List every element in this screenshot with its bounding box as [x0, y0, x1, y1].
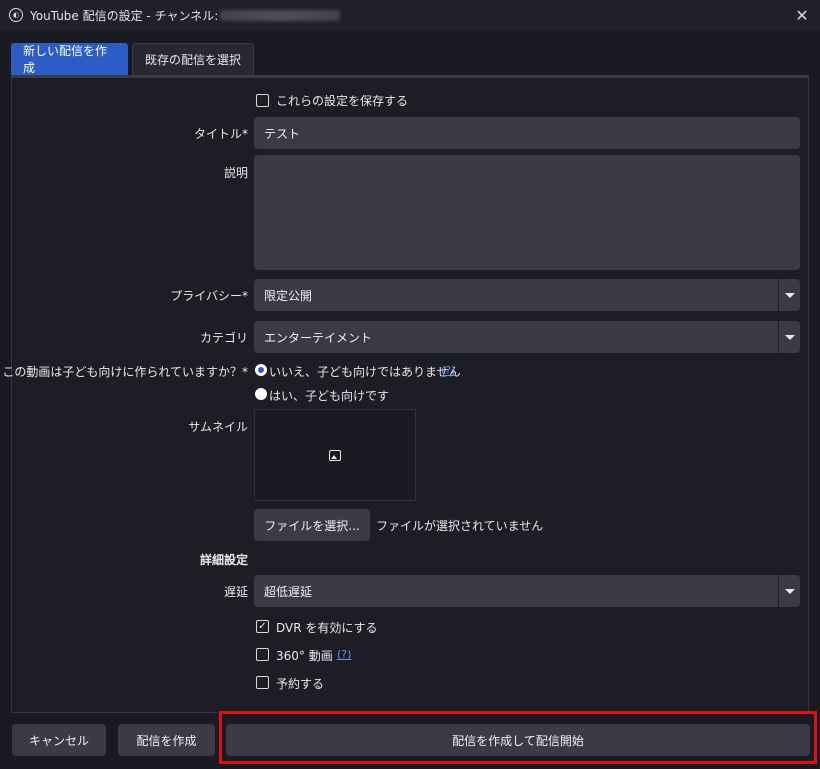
kids-no-label: いいえ、子ども向けではありません [269, 365, 461, 379]
thumbnail-label: サムネイル [188, 420, 248, 434]
window-title: YouTube 配信の設定 - チャンネル: [30, 8, 219, 23]
made-for-kids-label: この動画は子ども向けに作られていますか？* [2, 365, 248, 379]
kids-yes-label: はい、子ども向けです [269, 389, 390, 403]
schedule-label: 予約する [276, 677, 325, 691]
close-icon: ✕ [795, 5, 809, 25]
latency-value: 超低遅延 [264, 584, 313, 599]
save-settings-label: これらの設定を保存する [276, 94, 409, 108]
vr360-help-link[interactable]: (?) [337, 648, 351, 661]
privacy-select[interactable]: 限定公開 [254, 279, 800, 311]
latency-select[interactable]: 超低遅延 [254, 575, 800, 607]
category-select[interactable]: エンターテイメント [254, 321, 800, 353]
vr360-label: 360° 動画 [276, 649, 333, 663]
category-label: カテゴリ [199, 331, 248, 345]
title-value: テスト [264, 126, 301, 141]
save-settings-checkbox[interactable] [256, 94, 269, 107]
dvr-label: DVR を有効にする [276, 621, 378, 635]
image-icon [329, 449, 341, 461]
latency-label: 遅延 [223, 585, 248, 599]
privacy-value: 限定公開 [264, 288, 313, 303]
checkmark-icon: ✓ [258, 621, 267, 632]
title-bar: ◐ YouTube 配信の設定 - チャンネル: ✕ [0, 0, 820, 30]
chevron-down-icon [778, 321, 800, 353]
category-value: エンターテイメント [264, 330, 373, 345]
close-button[interactable]: ✕ [792, 5, 812, 25]
vr360-checkbox[interactable] [256, 648, 269, 661]
title-label: タイトル* [193, 127, 248, 141]
choose-file-button[interactable]: ファイルを選択... [254, 509, 370, 541]
create-stream-button[interactable]: 配信を作成 [118, 724, 215, 756]
channel-name-redacted [220, 9, 341, 21]
privacy-label: プライバシー* [170, 289, 248, 303]
kids-help-link[interactable]: (?) [441, 364, 455, 377]
kids-no-radio[interactable] [255, 364, 267, 376]
highlight-annotation [219, 711, 817, 764]
tab-new-stream[interactable]: 新しい配信を作成 [11, 43, 128, 75]
tab-existing-stream[interactable]: 既存の配信を選択 [132, 43, 254, 75]
chevron-down-icon [778, 279, 800, 311]
tab-bar: 新しい配信を作成 既存の配信を選択 [11, 43, 254, 75]
title-input[interactable]: テスト [254, 117, 800, 149]
description-label: 説明 [223, 166, 248, 180]
schedule-checkbox[interactable] [256, 676, 269, 689]
chevron-down-icon [778, 575, 800, 607]
cancel-button[interactable]: キャンセル [12, 724, 106, 756]
dvr-checkbox[interactable]: ✓ [256, 620, 269, 633]
description-textarea[interactable] [254, 155, 800, 270]
advanced-settings-heading: 詳細設定 [199, 553, 248, 567]
kids-yes-radio[interactable] [255, 388, 267, 400]
file-status-text: ファイルが選択されていません [376, 519, 544, 533]
obs-logo-icon: ◐ [9, 8, 23, 22]
thumbnail-preview [254, 409, 416, 501]
